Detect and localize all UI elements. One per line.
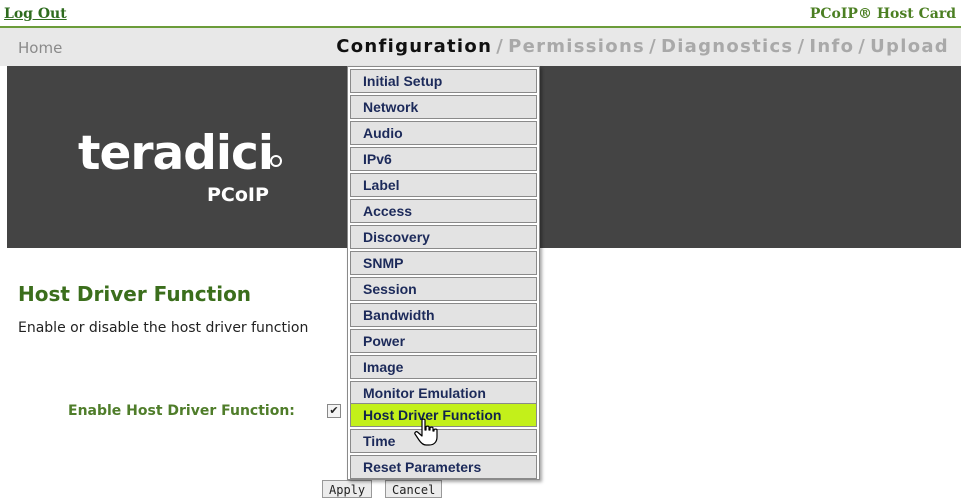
page-description: Enable or disable the host driver functi… (18, 320, 309, 336)
menu-item-label[interactable]: Label (350, 173, 537, 197)
page-title: Host Driver Function (18, 282, 252, 306)
enable-host-driver-label: Enable Host Driver Function: (68, 403, 295, 419)
main-nav: Home Configuration / Permissions / Diagnosti… (0, 28, 961, 66)
menu-item-audio[interactable]: Audio (350, 121, 537, 145)
nav-info[interactable]: Info (809, 36, 854, 57)
menu-item-time[interactable]: Time (350, 429, 537, 453)
product-label: PCoIP® Host Card (809, 6, 956, 22)
nav-menu: Configuration / Permissions / Diagnostics / In… (336, 36, 949, 57)
nav-upload[interactable]: Upload (870, 36, 949, 57)
menu-item-monitor-emulation[interactable]: Monitor Emulation (350, 381, 537, 405)
nav-permissions[interactable]: Permissions (508, 36, 645, 57)
menu-item-access[interactable]: Access (350, 199, 537, 223)
apply-button[interactable]: Apply (322, 480, 373, 498)
menu-item-bandwidth[interactable]: Bandwidth (350, 303, 537, 327)
menu-item-session[interactable]: Session (350, 277, 537, 301)
menu-item-discovery[interactable]: Discovery (350, 225, 537, 249)
teradici-logo: teradici (78, 126, 274, 181)
nav-separator: / (496, 36, 505, 57)
nav-separator: / (797, 36, 806, 57)
logo-registered-dot (270, 155, 282, 167)
menu-item-initial-setup[interactable]: Initial Setup (350, 69, 537, 93)
configuration-dropdown: Initial Setup Network Audio IPv6 Label A… (347, 66, 540, 480)
nav-diagnostics[interactable]: Diagnostics (661, 36, 794, 57)
pcoip-logo-text: PCoIP (207, 184, 269, 206)
cancel-button[interactable]: Cancel (385, 480, 443, 498)
enable-host-driver-checkbox[interactable]: ✔ (327, 404, 341, 418)
menu-item-reset-parameters[interactable]: Reset Parameters (350, 455, 537, 479)
nav-separator: / (858, 36, 867, 57)
logout-link[interactable]: Log Out (4, 6, 67, 22)
hand-cursor-icon (414, 418, 438, 446)
top-links-bar: Log Out PCoIP® Host Card (0, 0, 961, 26)
menu-item-image[interactable]: Image (350, 355, 537, 379)
menu-item-host-driver-function[interactable]: Host Driver Function (350, 403, 537, 427)
nav-home-link[interactable]: Home (18, 39, 62, 57)
nav-configuration[interactable]: Configuration (336, 36, 492, 57)
nav-separator: / (649, 36, 657, 57)
menu-item-power[interactable]: Power (350, 329, 537, 353)
menu-item-network[interactable]: Network (350, 95, 537, 119)
menu-item-snmp[interactable]: SNMP (350, 251, 537, 275)
menu-item-ipv6[interactable]: IPv6 (350, 147, 537, 171)
